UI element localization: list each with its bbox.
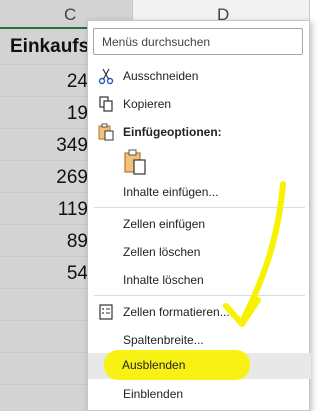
menu-item-label: Inhalte löschen — [123, 273, 204, 287]
format-cells-icon — [98, 303, 114, 321]
header-cell-text: Einkaufs — [10, 36, 90, 57]
cell-value: 269 — [56, 167, 88, 188]
menu-item-delete-cells[interactable]: Zellen löschen — [88, 239, 311, 265]
cell-value: 19 — [66, 103, 88, 124]
menu-item-label: Ausschneiden — [123, 69, 199, 83]
menu-item-label: Spaltenbreite... — [123, 333, 204, 347]
menu-item-unhide[interactable]: Einblenden — [88, 381, 311, 407]
menu-item-format-cells[interactable]: Zellen formatieren... — [88, 299, 311, 325]
menu-item-label: Zellen formatieren... — [123, 305, 230, 319]
cell-value: 119 — [57, 199, 88, 220]
cell-value: 349 — [56, 135, 88, 156]
cell-value: 89 — [66, 231, 88, 252]
menu-item-cut[interactable]: Ausschneiden — [88, 63, 311, 89]
menu-item-label: Ausblenden — [122, 358, 186, 372]
menu-item-label: Einfügeoptionen: — [123, 125, 222, 139]
menu-item-label: Zellen löschen — [123, 245, 201, 259]
menu-separator — [94, 295, 305, 296]
menu-separator — [94, 207, 305, 208]
menu-item-label: Zellen einfügen — [123, 217, 206, 231]
menu-item-label: Inhalte einfügen... — [123, 185, 219, 199]
menu-item-clear-contents[interactable]: Inhalte löschen — [88, 267, 311, 293]
menu-item-paste-special[interactable]: Inhalte einfügen... — [88, 179, 311, 205]
menu-item-copy[interactable]: Kopieren — [88, 91, 311, 117]
paste-options-icon — [98, 123, 114, 141]
cell-value: 54 — [66, 263, 88, 284]
menu-item-insert-cells[interactable]: Zellen einfügen — [88, 211, 311, 237]
menu-item-paste-options: Einfügeoptionen: — [88, 119, 311, 145]
copy-icon — [98, 95, 114, 113]
menu-item-label: Einblenden — [123, 387, 184, 401]
menu-search-input[interactable]: Menüs durchsuchen — [93, 28, 303, 55]
scissors-icon — [98, 67, 114, 85]
menu-item-label: Kopieren — [123, 97, 172, 111]
paste-clipboard-icon[interactable] — [124, 149, 146, 175]
cell-value: 24 — [66, 71, 88, 92]
column-c-label: C — [64, 5, 77, 24]
